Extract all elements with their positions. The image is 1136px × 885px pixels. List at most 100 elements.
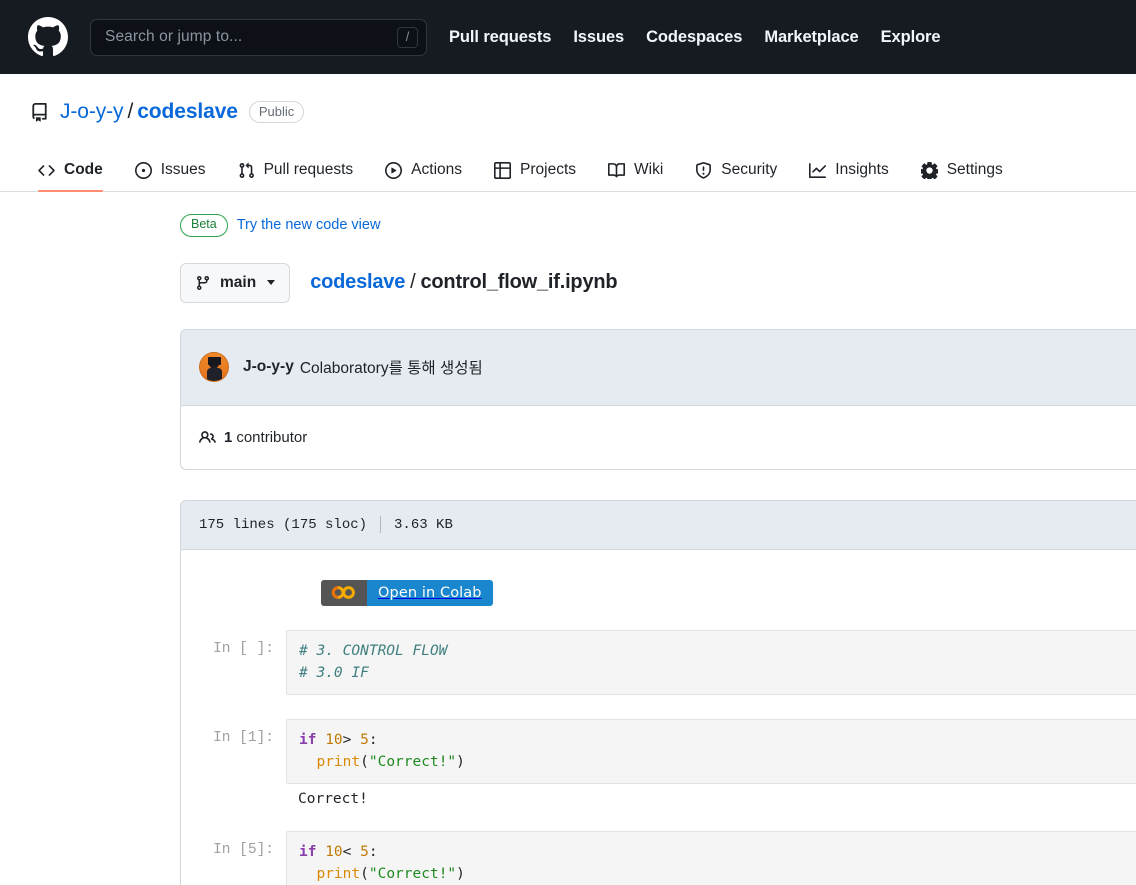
book-icon bbox=[608, 162, 626, 177]
contributors-row: 1 contributor bbox=[181, 406, 1136, 469]
play-icon bbox=[385, 161, 403, 179]
tab-actions[interactable]: Actions bbox=[369, 161, 478, 191]
tab-wiki[interactable]: Wiki bbox=[592, 161, 679, 191]
code-token-fn: print bbox=[316, 753, 361, 770]
code-token-op: ( bbox=[360, 753, 369, 770]
code-token-op: ) bbox=[456, 753, 465, 770]
file-breadcrumb: codeslave / control_flow_if.ipynb bbox=[310, 271, 617, 294]
repository-breadcrumb: J-o-y-y / codeslave bbox=[60, 100, 238, 124]
open-in-colab-badge[interactable]: Open in Colab bbox=[321, 579, 493, 606]
search-input[interactable]: Search or jump to... / bbox=[90, 18, 427, 56]
code-token-comment: # 3.0 IF bbox=[299, 664, 369, 681]
commit-header-row: J-o-y-y Colaboratory를 통해 생성됨 bbox=[181, 329, 1136, 406]
code-token-fn: print bbox=[316, 865, 361, 882]
beta-badge: Beta bbox=[180, 214, 228, 237]
main-content: Beta Try the new code view main codeslav… bbox=[0, 192, 1136, 885]
tab-code[interactable]: Code bbox=[30, 161, 119, 192]
commit-message[interactable]: Colaboratory를 통해 생성됨 bbox=[300, 356, 483, 378]
code-token-str: "Correct!" bbox=[368, 753, 457, 770]
tab-settings[interactable]: Settings bbox=[905, 161, 1019, 191]
search-shortcut-key: / bbox=[397, 26, 418, 48]
visibility-badge: Public bbox=[248, 100, 305, 124]
git-branch-icon bbox=[196, 275, 209, 290]
code-token-op: < bbox=[342, 843, 361, 860]
avatar[interactable] bbox=[199, 352, 229, 383]
nav-link-marketplace[interactable]: Marketplace bbox=[764, 28, 858, 47]
tab-insights-label: Insights bbox=[835, 161, 889, 178]
tab-pull-requests[interactable]: Pull requests bbox=[222, 161, 370, 191]
nav-link-issues[interactable]: Issues bbox=[573, 28, 624, 47]
nav-link-explore[interactable]: Explore bbox=[881, 28, 941, 47]
github-mark-icon[interactable] bbox=[28, 17, 68, 57]
code-token-op: ( bbox=[360, 865, 369, 882]
file-content-panel: 175 lines (175 sloc) 3.63 KB Open in Col… bbox=[180, 499, 1136, 885]
tab-projects[interactable]: Projects bbox=[478, 161, 592, 191]
commit-author-name[interactable]: J-o-y-y bbox=[243, 358, 294, 376]
notebook-cell: In [ ]: # 3. CONTROL FLOW # 3.0 IF bbox=[181, 629, 1136, 695]
repo-name-link[interactable]: codeslave bbox=[137, 100, 238, 123]
code-token-num: 10 bbox=[325, 843, 343, 860]
notebook-render: Open in Colab In [ ]: # 3. CONTROL FLOW … bbox=[181, 549, 1136, 885]
repository-tabs: Code Issues Pull requests Actions Projec… bbox=[0, 145, 1136, 192]
try-new-code-view-link[interactable]: Try the new code view bbox=[237, 217, 381, 233]
cell-prompt: In [ ]: bbox=[213, 640, 274, 657]
repository-header: J-o-y-y / codeslave Public bbox=[0, 74, 1136, 124]
meta-divider bbox=[380, 516, 382, 534]
graph-icon bbox=[809, 162, 827, 178]
branch-name-label: main bbox=[220, 273, 257, 291]
tab-pull-requests-label: Pull requests bbox=[263, 161, 354, 178]
contributor-label: contributor bbox=[236, 428, 308, 446]
latest-commit-panel: J-o-y-y Colaboratory를 통해 생성됨 1 contribut… bbox=[180, 328, 1136, 470]
code-token-comment: # 3. CONTROL FLOW bbox=[299, 642, 448, 659]
file-meta-bar: 175 lines (175 sloc) 3.63 KB bbox=[181, 500, 1136, 550]
colab-co-glyph bbox=[331, 586, 355, 599]
tab-issues[interactable]: Issues bbox=[119, 161, 222, 191]
colab-badge-label: Open in Colab bbox=[367, 579, 493, 606]
tab-wiki-label: Wiki bbox=[634, 161, 664, 178]
file-size: 3.63 KB bbox=[394, 516, 453, 533]
contributor-count: 1 bbox=[224, 428, 233, 446]
tab-settings-label: Settings bbox=[946, 161, 1003, 178]
tab-code-label: Code bbox=[64, 161, 103, 178]
tab-actions-label: Actions bbox=[411, 161, 463, 178]
cell-source[interactable]: # 3. CONTROL FLOW # 3.0 IF bbox=[286, 629, 1136, 695]
cell-output: Correct! bbox=[298, 790, 368, 807]
cell-prompt: In [1]: bbox=[213, 729, 274, 746]
nav-link-pull-requests[interactable]: Pull requests bbox=[449, 28, 551, 47]
branch-selector-button[interactable]: main bbox=[180, 262, 291, 303]
code-token-op: > bbox=[342, 731, 361, 748]
tab-issues-label: Issues bbox=[160, 161, 206, 178]
code-token-num: 10 bbox=[325, 731, 343, 748]
tab-insights[interactable]: Insights bbox=[793, 161, 904, 191]
code-token-num: 5 bbox=[360, 731, 369, 748]
repo-owner-link[interactable]: J-o-y-y bbox=[60, 100, 124, 123]
notebook-cell: In [5]: if 10< 5: print("Correct!") bbox=[181, 830, 1136, 885]
repo-path-separator: / bbox=[127, 100, 134, 123]
nav-link-codespaces[interactable]: Codespaces bbox=[646, 28, 742, 47]
global-header: Search or jump to... / Pull requests Iss… bbox=[0, 0, 1136, 74]
gear-icon bbox=[920, 161, 938, 179]
table-icon bbox=[494, 161, 512, 179]
git-pull-request-icon bbox=[239, 162, 254, 178]
code-icon bbox=[38, 164, 55, 176]
issue-opened-icon bbox=[134, 161, 152, 179]
people-icon bbox=[199, 430, 216, 443]
shield-icon bbox=[696, 161, 712, 179]
colab-logo-icon bbox=[321, 579, 367, 606]
code-token-kw: if bbox=[299, 731, 326, 748]
code-token-kw: if bbox=[299, 843, 326, 860]
breadcrumb-repo-link[interactable]: codeslave bbox=[310, 271, 405, 293]
search-placeholder: Search or jump to... bbox=[105, 28, 243, 45]
cell-source[interactable]: if 10< 5: print("Correct!") bbox=[286, 830, 1136, 885]
breadcrumb-separator: / bbox=[410, 271, 416, 294]
code-token-op: ) bbox=[456, 865, 465, 882]
beta-codeview-banner: Beta Try the new code view bbox=[180, 214, 1136, 237]
global-nav: Pull requests Issues Codespaces Marketpl… bbox=[449, 28, 941, 47]
file-navigation: main codeslave / control_flow_if.ipynb bbox=[180, 262, 1136, 303]
cell-source[interactable]: if 10> 5: print("Correct!") bbox=[286, 718, 1136, 784]
notebook-cell: In [1]: if 10> 5: print("Correct!") bbox=[181, 718, 1136, 784]
chevron-down-icon bbox=[267, 280, 276, 286]
tab-security[interactable]: Security bbox=[679, 161, 793, 191]
